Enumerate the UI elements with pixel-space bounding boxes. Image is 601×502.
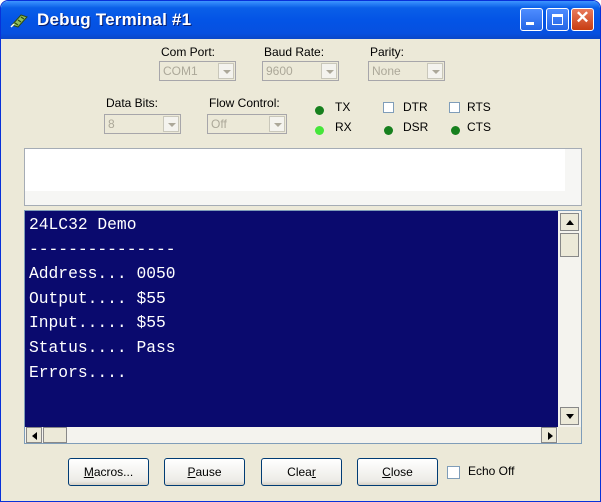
cts-led-indicator [451,126,460,135]
dsr-label: DSR [403,120,429,134]
close-window-button[interactable]: ✕ [571,8,594,31]
minimize-icon [526,22,534,25]
clear-mnemonic: r [311,465,316,479]
terminal-screen: 24LC32 Demo --------------- Address... 0… [25,211,558,427]
clear-label: Clea [287,465,312,479]
terminal-line: Errors.... [29,362,127,382]
receive-terminal[interactable]: 24LC32 Demo --------------- Address... 0… [24,210,582,444]
close-label: lose [390,465,413,479]
clear-button[interactable]: Clear [261,458,342,486]
terminal-vertical-scrollbar[interactable] [558,211,581,427]
scroll-right-button[interactable] [541,427,557,443]
rx-led-indicator [315,126,324,135]
app-chip-icon [10,14,28,28]
baud-rate-select[interactable]: 9600 [262,61,339,81]
chevron-down-icon [269,116,285,132]
arrow-left-icon [32,432,37,440]
window-title: Debug Terminal #1 [37,10,192,29]
transmit-horizontal-scrollbar[interactable] [25,191,581,205]
flow-control-label: Flow Control: [209,96,280,110]
scroll-left-button[interactable] [26,427,42,443]
data-bits-label: Data Bits: [106,96,159,110]
terminal-line: Address... 0050 [29,264,176,284]
terminal-line: Output.... $55 [29,288,166,308]
maximize-icon [552,14,563,25]
cts-label: CTS [467,120,491,134]
data-bits-select[interactable]: 8 [104,114,181,134]
close-button[interactable]: Close [357,458,438,486]
baud-rate-label: Baud Rate: [264,45,325,59]
dtr-checkbox[interactable] [383,102,394,113]
tx-label: TX [335,100,351,114]
com-port-select[interactable]: COM1 [159,61,236,81]
chevron-down-icon [163,116,179,132]
chevron-down-icon [218,63,234,79]
flow-control-value: Off [211,117,227,131]
tx-led-indicator [315,106,324,115]
minimize-button[interactable] [520,8,543,31]
horizontal-scroll-thumb[interactable] [43,427,67,443]
com-port-label: Com Port: [161,45,216,59]
terminal-line: --------------- [29,239,176,259]
echo-off-checkbox[interactable] [447,466,460,479]
macros-label: acros... [93,465,134,479]
parity-value: None [372,64,401,78]
macros-mnemonic: M [83,465,94,479]
terminal-horizontal-scrollbar[interactable] [25,427,558,443]
dsr-led-indicator [384,126,393,135]
terminal-line: Input..... $55 [29,313,166,333]
terminal-output: 24LC32 Demo --------------- Address... 0… [29,213,176,385]
parity-label: Parity: [370,45,405,59]
data-bits-value: 8 [108,117,115,131]
scroll-up-button[interactable] [560,213,579,231]
close-mnemonic: C [382,465,391,479]
close-icon: ✕ [575,8,590,27]
echo-off-label: Echo Off [468,464,515,478]
terminal-line: Status.... Pass [29,337,176,357]
chevron-down-icon [427,63,443,79]
vertical-scroll-thumb[interactable] [560,233,579,257]
macros-button[interactable]: Macros... [68,458,149,486]
dtr-label: DTR [403,100,428,114]
baud-rate-value: 9600 [266,64,293,78]
parity-select[interactable]: None [368,61,445,81]
arrow-down-icon [566,414,574,419]
terminal-line: 24LC32 Demo [29,215,137,234]
transmit-input-pane[interactable] [24,148,582,206]
pause-button[interactable]: Pause [164,458,245,486]
rts-label: RTS [467,100,491,114]
rts-checkbox[interactable] [449,102,460,113]
pause-label: ause [195,465,222,479]
maximize-button[interactable] [546,8,569,31]
title-bar[interactable]: Debug Terminal #1 ✕ [1,1,600,39]
com-port-value: COM1 [163,64,198,78]
arrow-up-icon [566,220,574,225]
rx-label: RX [335,120,352,134]
scroll-down-button[interactable] [560,407,579,425]
chevron-down-icon [321,63,337,79]
flow-control-select[interactable]: Off [207,114,287,134]
scrollbar-corner [558,427,581,443]
arrow-right-icon [548,432,553,440]
